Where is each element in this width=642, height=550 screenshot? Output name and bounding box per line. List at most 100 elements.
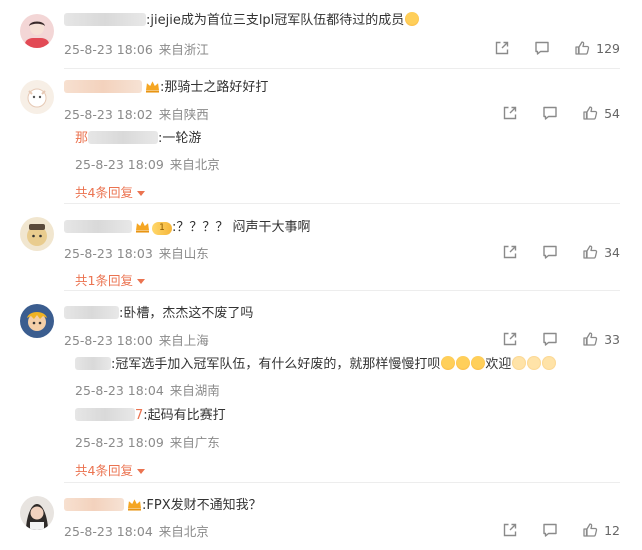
avatar[interactable]: [20, 80, 54, 114]
share-icon[interactable]: [494, 40, 510, 56]
comment-icon[interactable]: [542, 105, 558, 121]
level-badge: 1: [152, 222, 172, 235]
reply-location: 来自湖南: [169, 383, 220, 398]
share-icon[interactable]: [502, 244, 518, 260]
more-replies-label: 共4条回复: [75, 463, 133, 478]
divider: [64, 68, 620, 69]
comment-item: :卧槽，杰杰这不废了吗 25-8-23 18:00 来自上海 33 :冠军选手加入…: [0, 292, 642, 482]
comment-location: 来自北京: [158, 524, 209, 539]
reply-time: 25-8-23 18:04: [75, 383, 164, 398]
kiss-emoji-icon: [456, 356, 471, 370]
thumbs-up-icon[interactable]: [574, 40, 590, 56]
thumbs-up-icon[interactable]: [582, 331, 598, 347]
comment-text-line: :卧槽，杰杰这不废了吗: [64, 305, 253, 323]
username[interactable]: [64, 13, 146, 26]
reply-location: 来自北京: [169, 157, 220, 172]
like-count: 34: [604, 244, 620, 260]
comment-time: 25-8-23 18:00: [64, 333, 153, 348]
username[interactable]: [75, 408, 135, 421]
comment-meta: 25-8-23 18:03 来自山东: [64, 243, 209, 262]
comment-text: :FPX发财不通知我？: [142, 498, 262, 513]
comment-text-line: 1:？？？？ 闷声干大事啊: [64, 219, 311, 237]
username[interactable]: [64, 220, 132, 233]
reply-text-line: :冠军选手加入冠军队伍，有什么好废的，就那样慢慢打呗 欢迎: [75, 356, 557, 374]
comment-actions: 12: [478, 521, 620, 539]
crown-icon: [127, 498, 142, 511]
reply-username-prefix[interactable]: 那: [75, 131, 88, 146]
comment-time: 25-8-23 18:04: [64, 524, 153, 539]
more-replies-link[interactable]: 共1条回复: [75, 270, 145, 289]
comment-item: 1:？？？？ 闷声干大事啊 25-8-23 18:03 来自山东 34 共1条回复: [0, 205, 642, 292]
divider: [64, 482, 620, 483]
comment-text: :卧槽，杰杰这不废了吗: [119, 306, 254, 321]
comment-item: :FPX发财不通知我？ 25-8-23 18:04 来自北京 12: [0, 484, 642, 550]
comment-actions: 54: [478, 104, 620, 122]
like-count: 33: [604, 331, 620, 347]
comment-actions: 33: [478, 330, 620, 348]
comment-location: 来自上海: [158, 333, 209, 348]
like-count: 12: [604, 522, 620, 538]
like-count: 54: [604, 105, 620, 121]
avatar[interactable]: [20, 14, 54, 48]
username[interactable]: [88, 131, 159, 144]
comment-item: :那骑士之路好好打 25-8-23 18:02 来自陕西 54 那 :一轮游 25-…: [0, 70, 642, 205]
cat-emoji-icon: [527, 356, 542, 370]
share-icon[interactable]: [502, 331, 518, 347]
divider: [64, 203, 620, 204]
more-replies-link[interactable]: 共4条回复: [75, 182, 145, 201]
caret-down-icon: [136, 279, 145, 284]
reply-time: 25-8-23 18:09: [75, 157, 164, 172]
comment-text-line: :jiejie成为首位三支lpl冠军队伍都待过的成员: [64, 12, 420, 30]
comment-actions: 34: [478, 243, 620, 261]
avatar[interactable]: [20, 217, 54, 251]
comment-icon[interactable]: [542, 331, 558, 347]
kiss-emoji-icon: [471, 356, 486, 370]
thumbs-up-icon[interactable]: [582, 244, 598, 260]
comment-time: 25-8-23 18:02: [64, 107, 153, 122]
caret-down-icon: [136, 191, 145, 196]
thumbs-up-icon[interactable]: [582, 522, 598, 538]
comment-text: :那骑士之路好好打: [160, 80, 269, 95]
comment-time: 25-8-23 18:06: [64, 42, 153, 57]
avatar[interactable]: [20, 496, 54, 530]
more-replies-link[interactable]: 共4条回复: [75, 460, 145, 479]
cat-emoji-icon: [512, 356, 527, 370]
thumbs-up-icon[interactable]: [582, 105, 598, 121]
comment-icon[interactable]: [534, 40, 550, 56]
like-count: 129: [596, 40, 620, 56]
username[interactable]: [64, 498, 124, 511]
comment-meta: 25-8-23 18:02 来自陕西: [64, 104, 209, 123]
reply-text: :一轮游: [158, 131, 202, 146]
crown-icon: [145, 80, 160, 93]
comment-location: 来自山东: [158, 246, 209, 261]
comment-meta: 25-8-23 18:04 来自北京: [64, 521, 209, 540]
more-replies-label: 共4条回复: [75, 185, 133, 200]
reply-text: :冠军选手加入冠军队伍，有什么好废的，就那样慢慢打呗: [111, 357, 441, 372]
reply-text-line: 7:起码有比赛打: [75, 407, 226, 425]
share-icon[interactable]: [502, 522, 518, 538]
reply-meta: 25-8-23 18:09 来自北京: [75, 154, 220, 173]
comment-meta: 25-8-23 18:06 来自浙江: [64, 39, 209, 58]
reply-meta: 25-8-23 18:09 来自广东: [75, 432, 220, 451]
username[interactable]: [64, 80, 142, 93]
comment-text: :jiejie成为首位三支lpl冠军队伍都待过的成员: [146, 13, 405, 28]
comment-icon[interactable]: [542, 244, 558, 260]
comment-meta: 25-8-23 18:00 来自上海: [64, 330, 209, 349]
username[interactable]: [64, 306, 119, 319]
kiss-emoji-icon: [441, 356, 456, 370]
username[interactable]: [75, 357, 111, 370]
laughing-emoji-icon: [405, 12, 420, 26]
reply-text-line: 那 :一轮游: [75, 130, 201, 148]
divider: [64, 290, 620, 291]
comment-text: :？？？？ 闷声干大事啊: [172, 220, 311, 235]
reply-text: :起码有比赛打: [143, 408, 226, 423]
share-icon[interactable]: [502, 105, 518, 121]
cat-emoji-icon: [542, 356, 557, 370]
comment-icon[interactable]: [542, 522, 558, 538]
caret-down-icon: [136, 469, 145, 474]
comment-actions: 129: [470, 39, 620, 57]
comment-text-line: :FPX发财不通知我？: [64, 497, 262, 515]
avatar[interactable]: [20, 304, 54, 338]
comment-location: 来自浙江: [158, 42, 209, 57]
reply-time: 25-8-23 18:09: [75, 435, 164, 450]
